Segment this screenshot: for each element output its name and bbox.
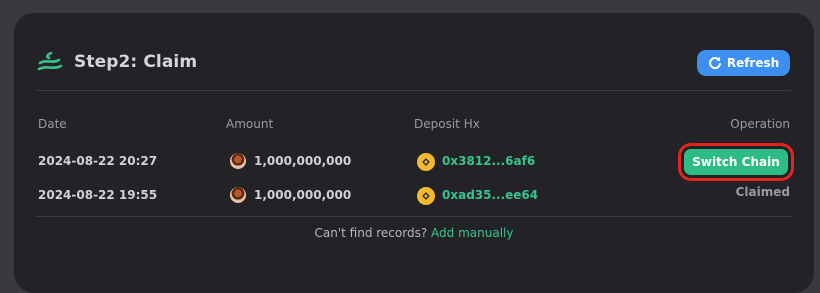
row-date: 2024-08-22 19:55 <box>38 188 158 202</box>
column-header-date: Date <box>38 117 67 131</box>
bnb-icon <box>417 187 435 205</box>
row-amount: 1,000,000,000 <box>254 188 352 202</box>
table-divider <box>36 216 791 217</box>
token-avatar-icon <box>230 187 246 203</box>
switch-chain-button[interactable]: Switch Chain <box>684 149 788 175</box>
page-title: Step2: Claim <box>74 52 198 72</box>
refresh-icon <box>708 56 721 70</box>
refresh-label: Refresh <box>726 56 780 70</box>
token-avatar-icon <box>230 153 246 169</box>
add-manually-link[interactable]: Add manually <box>431 226 513 240</box>
column-header-operation: Operation <box>730 117 790 131</box>
bnb-icon <box>417 153 435 171</box>
deposit-hash-link[interactable]: 0x3812...6af6 <box>442 154 535 168</box>
records-footer: Can't find records? Add manually <box>14 226 814 240</box>
row-amount: 1,000,000,000 <box>254 154 352 168</box>
refresh-button[interactable]: Refresh <box>697 50 790 76</box>
column-header-deposit-hx: Deposit Hx <box>414 117 480 131</box>
deposit-hash-link[interactable]: 0xad35...ee64 <box>442 188 538 202</box>
claim-card: Step2: Claim Refresh Date Amount Deposit… <box>14 13 814 293</box>
card-header: Step2: Claim <box>36 50 792 78</box>
column-header-amount: Amount <box>226 117 274 131</box>
row-date: 2024-08-22 20:27 <box>38 154 158 168</box>
footer-prompt: Can't find records? <box>314 226 428 240</box>
wave-stack-icon <box>37 51 63 71</box>
header-divider <box>36 90 791 91</box>
claimed-status: Claimed <box>735 185 790 199</box>
